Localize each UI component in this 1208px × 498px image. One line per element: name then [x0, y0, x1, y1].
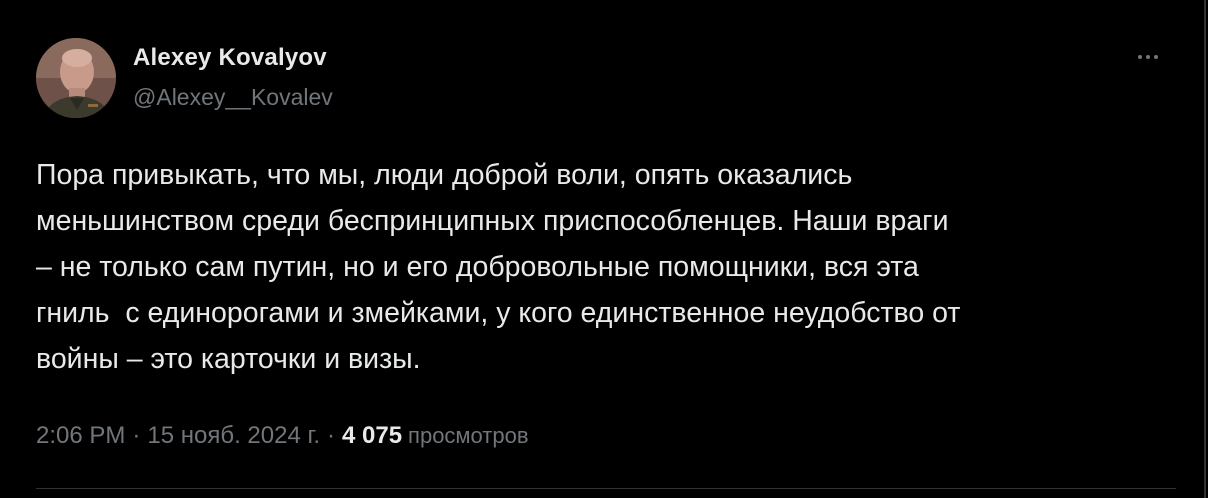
tweet-meta: 2:06 PM · 15 нояб. 2024 г. · 4 075 просм… [36, 422, 529, 450]
more-options-button[interactable] [1128, 42, 1168, 72]
more-options-icon-dot [1146, 55, 1150, 59]
views-label: просмотров [408, 423, 529, 448]
meta-separator: · [132, 422, 141, 449]
more-options-icon [1138, 55, 1142, 59]
tweet-date[interactable]: 15 нояб. 2024 г. [147, 422, 320, 450]
author-handle[interactable]: @Alexey__Kovalev [133, 84, 333, 111]
avatar[interactable] [36, 38, 116, 118]
more-options-icon-dot [1154, 55, 1158, 59]
meta-separator: · [326, 422, 335, 449]
author-name[interactable]: Alexey Kovalyov [133, 44, 327, 72]
tweet-time[interactable]: 2:06 PM [36, 422, 125, 450]
divider [36, 488, 1176, 489]
tweet-text: Пора привыкать, что мы, люди доброй воли… [36, 159, 961, 375]
avatar-image [36, 38, 116, 118]
card-border [1204, 0, 1206, 498]
views-count[interactable]: 4 075 [342, 422, 402, 450]
tweet-card: Alexey Kovalyov @Alexey__Kovalev Пора пр… [0, 0, 1208, 498]
